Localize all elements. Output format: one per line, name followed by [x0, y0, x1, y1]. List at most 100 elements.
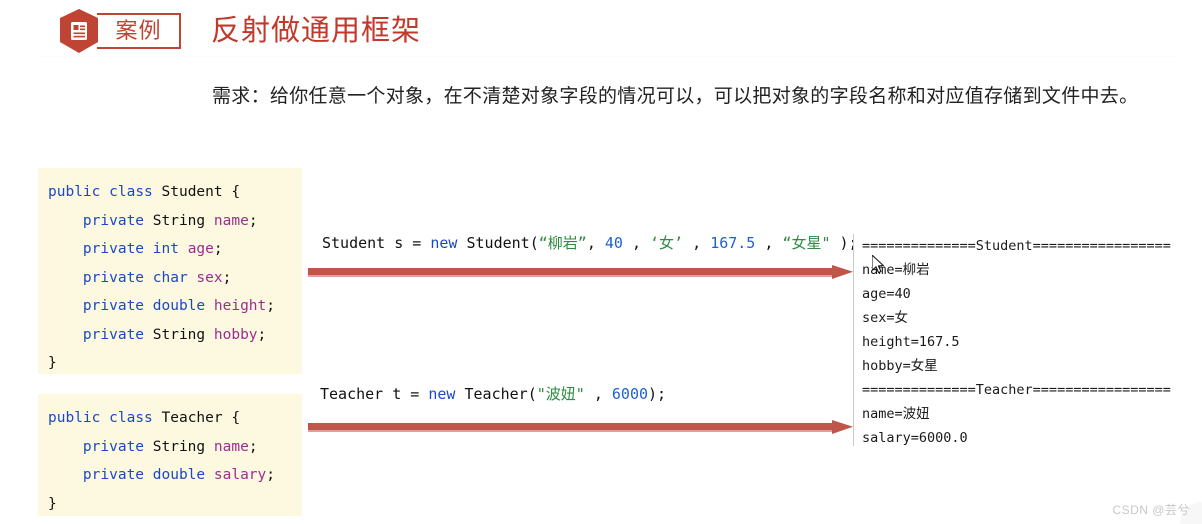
- requirement-paragraph: 需求：给你任意一个对象，在不清楚对象字段的情况可以，可以把对象的字段名称和对应值…: [212, 86, 1139, 107]
- usage-line-student-token-11: “女星": [782, 234, 831, 252]
- usage-line-student-token-8: ,: [683, 234, 711, 252]
- code-line-2-token-1: private: [82, 467, 145, 483]
- console-line: name=波妞: [862, 406, 930, 422]
- code-line-4-token-6: ;: [266, 298, 276, 314]
- usage-line-student-token-10: ,: [755, 234, 783, 252]
- code-line-2-token-5: salary: [213, 467, 267, 483]
- code-line-1-token-1: private: [82, 438, 145, 455]
- code-line-0-token-2: class: [109, 184, 153, 200]
- code-line-5-token-5: hobby: [213, 326, 258, 343]
- code-line-2-token-6: ;: [266, 467, 276, 483]
- document-list-icon: [60, 8, 98, 53]
- usage-line-student-token-2: Student(: [457, 234, 539, 252]
- code-line-2-token-0: [48, 467, 83, 483]
- usage-line-student-token-4: ,: [586, 234, 605, 252]
- code-line-2-token-5: age: [187, 241, 214, 257]
- usage-line-teacher-token-5: 6000: [611, 385, 649, 403]
- code-line-2-token-4: [205, 467, 214, 483]
- case-badge: 案例: [60, 8, 181, 53]
- usage-line-student: Student s = new Student(“柳岩”, 40 , ‘女’ ,…: [322, 232, 858, 254]
- slide-header: 案例 反射做通用框架: [0, 0, 1202, 62]
- code-line-3-token-6: ;: [222, 269, 232, 286]
- code-line-3-token-5: sex: [196, 269, 223, 286]
- code-block-teacher: public class Teacher { private String na…: [38, 394, 302, 516]
- usage-line-student-token-9: 167.5: [710, 234, 756, 252]
- usage-line-student-token-7: ‘女’: [650, 234, 684, 252]
- code-line-6-token-0: }: [48, 355, 57, 371]
- code-line-5-token-6: ;: [257, 326, 267, 343]
- console-output-panel: ==============Student================= na…: [853, 234, 1202, 446]
- usage-line-teacher-token-6: );: [648, 385, 667, 403]
- code-line: private String hobby;: [38, 321, 302, 350]
- code-line-0-token-4: Student: [161, 184, 223, 200]
- case-badge-label: 案例: [115, 17, 162, 43]
- code-line: private char sex;: [38, 264, 302, 293]
- code-line-0-token-0: public: [48, 184, 101, 200]
- code-line-0-token-3: [153, 184, 162, 200]
- usage-line-teacher-token-1: new: [428, 385, 456, 403]
- code-line-4-token-1: private: [82, 298, 145, 314]
- console-line: height=167.5: [862, 334, 960, 350]
- code-line-4-token-4: [205, 298, 214, 314]
- code-line-5-token-0: [48, 327, 83, 343]
- console-line: age=40: [862, 286, 911, 302]
- code-line: private double salary;: [38, 461, 302, 490]
- code-line-2-token-0: [48, 241, 83, 257]
- usage-line-teacher-token-3: "波妞": [536, 385, 585, 403]
- code-line-3-token-2: [144, 270, 153, 286]
- code-line-1-token-2: [144, 439, 153, 455]
- code-line-0-token-4: Teacher: [161, 410, 223, 426]
- code-line-5-token-3: String: [152, 326, 206, 343]
- code-line-2-token-3: int: [152, 241, 179, 257]
- code-line-3-token-0: [48, 270, 83, 286]
- header-divider: [40, 56, 1180, 57]
- code-line-2-token-2: [144, 241, 153, 257]
- code-line-0-token-5: {: [222, 410, 241, 426]
- code-line-1-token-5: name: [213, 212, 249, 229]
- code-line: private int age;: [38, 235, 302, 264]
- code-line-1-token-6: ;: [248, 212, 258, 229]
- usage-line-student-token-5: 40: [604, 234, 623, 252]
- code-line-1-token-5: name: [213, 438, 249, 455]
- code-line-2-token-3: double: [152, 467, 206, 483]
- code-line: private String name;: [38, 207, 302, 236]
- code-line-0-token-5: {: [222, 184, 241, 200]
- code-line-1-token-2: [144, 213, 153, 229]
- console-line: name=柳岩: [862, 262, 930, 278]
- code-line-1-token-0: [48, 439, 83, 455]
- console-line: ==============Student=================: [862, 238, 1171, 254]
- usage-line-student-token-0: Student s =: [322, 234, 431, 252]
- code-line-4-token-0: [48, 298, 83, 314]
- usage-line-teacher: Teacher t = new Teacher("波妞" , 6000);: [320, 383, 666, 405]
- usage-line-teacher-token-4: ,: [584, 385, 612, 403]
- csdn-watermark: CSDN @芸兮: [1112, 503, 1190, 517]
- usage-line-student-token-6: ,: [622, 234, 651, 252]
- code-line: }: [38, 490, 302, 519]
- console-line: sex=女: [862, 310, 909, 326]
- code-block-student: public class Student { private String na…: [38, 168, 302, 374]
- code-line-3-token-3: char: [152, 269, 188, 286]
- code-line: private String name;: [38, 433, 302, 462]
- code-line-2-token-4: [179, 241, 188, 257]
- code-line-3-token-1: private: [82, 269, 145, 286]
- code-line-1-token-4: [205, 213, 214, 229]
- code-line-5-token-4: [205, 327, 214, 343]
- code-line-1-token-3: String: [152, 212, 206, 229]
- code-line-2-token-1: private: [82, 241, 145, 257]
- code-line-2-token-6: ;: [213, 241, 223, 257]
- usage-line-teacher-token-0: Teacher t =: [320, 385, 429, 403]
- code-line-5-token-1: private: [82, 326, 145, 343]
- code-line: }: [38, 349, 302, 378]
- code-line-0-token-0: public: [48, 410, 101, 426]
- code-line-0-token-1: [100, 410, 109, 426]
- code-line-5-token-2: [144, 327, 153, 343]
- code-line-3-token-0: }: [48, 495, 57, 512]
- code-line-4-token-3: double: [152, 298, 206, 314]
- code-line-1-token-6: ;: [248, 438, 258, 455]
- code-line: public class Student {: [38, 178, 302, 207]
- console-line: ==============Teacher=================: [862, 382, 1171, 398]
- usage-line-student-token-1: new: [430, 234, 458, 252]
- page-title: 反射做通用框架: [211, 15, 422, 47]
- code-line-0-token-2: class: [109, 410, 153, 426]
- arrow-student-to-output: [308, 262, 853, 282]
